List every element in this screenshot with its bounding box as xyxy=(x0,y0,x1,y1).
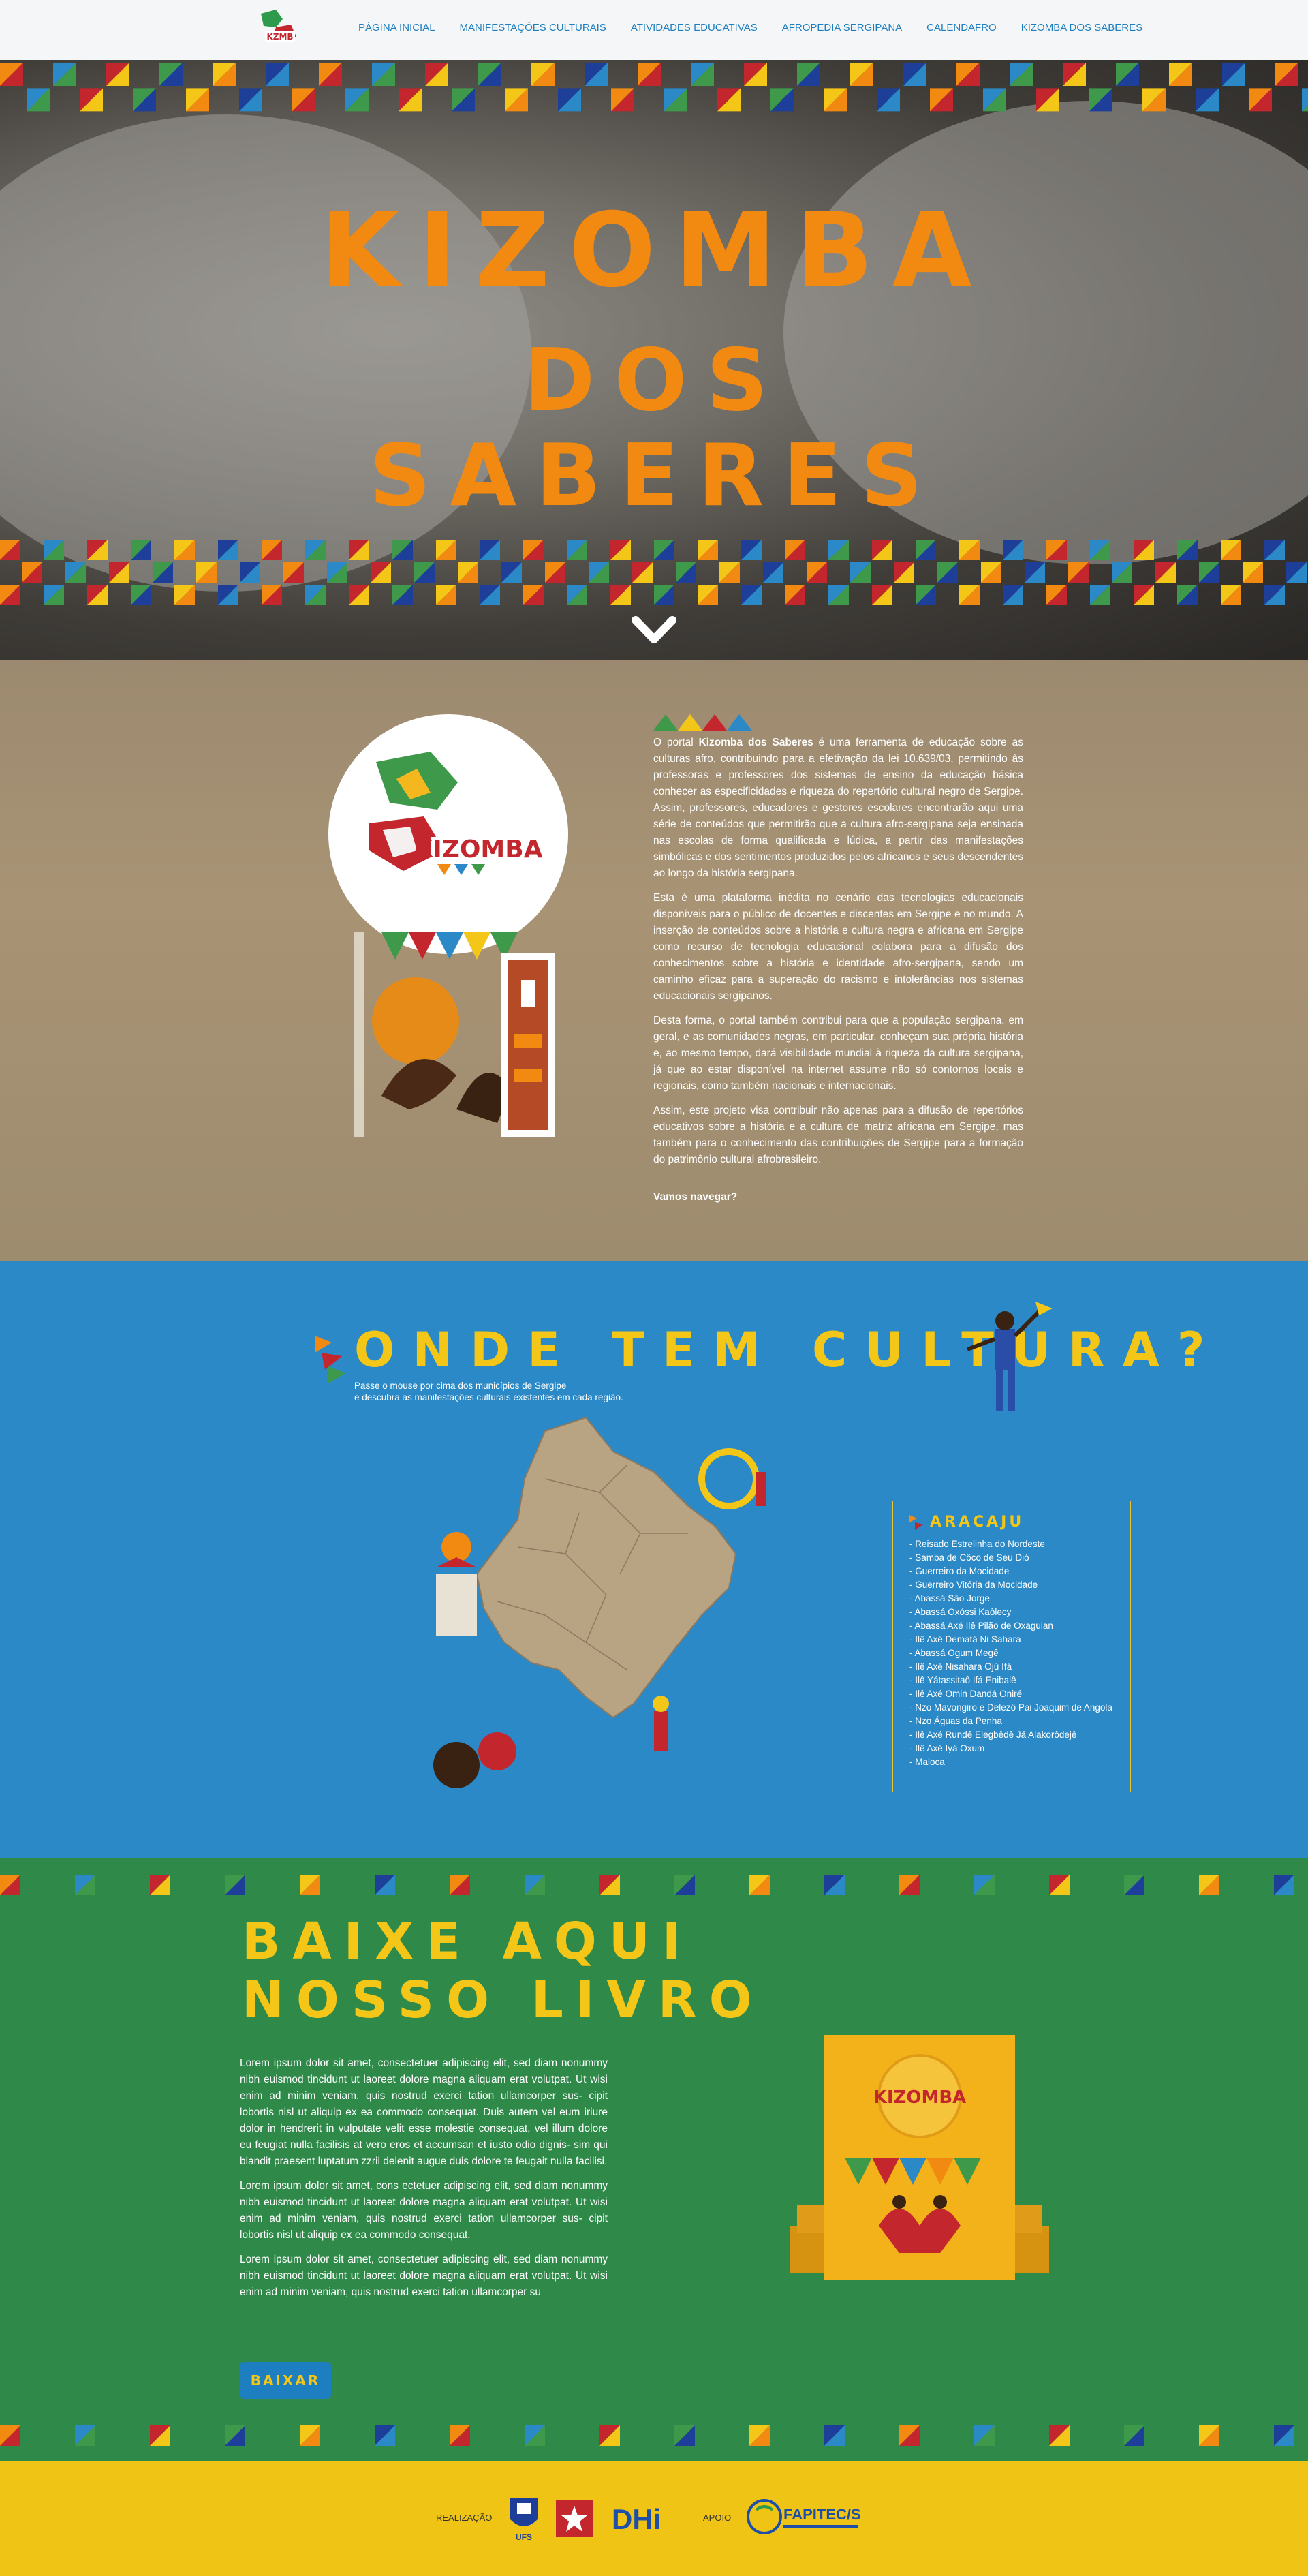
nav-item-atividades[interactable]: ATIVIDADES EDUCATIVAS xyxy=(631,22,758,33)
region-list-item: Abassá São Jorge xyxy=(909,1592,1114,1606)
about-text: O portal Kizomba dos Saberes é uma ferra… xyxy=(653,735,1023,1176)
guerreiro-dancer-illustration xyxy=(966,1302,1053,1411)
region-list-item: Nzo Mavongiro e Delezô Pai Joaquim de An… xyxy=(909,1701,1114,1715)
top-navigation: KZMB PÁGINA INICIAL MANIFESTAÇÕES CULTUR… xyxy=(0,0,1308,60)
nav-item-afropedia[interactable]: AFROPEDIA SERGIPANA xyxy=(782,22,902,33)
region-list-item: Guerreiro da Mocidade xyxy=(909,1565,1114,1578)
ufs-logo[interactable]: UFS xyxy=(508,2495,540,2543)
region-list-item: Nzo Águas da Penha xyxy=(909,1715,1114,1728)
sergipe-map[interactable] xyxy=(429,1397,906,1806)
svg-text:FAPITEC/SE: FAPITEC/SE xyxy=(783,2506,862,2523)
bunting-flags-book-bottom xyxy=(0,2425,1294,2446)
region-list-item: Abassá Axé Ilê Pilão de Oxaguian xyxy=(909,1619,1114,1633)
navigate-link[interactable]: Vamos navegar? xyxy=(653,1191,737,1203)
apoio-label: APOIO xyxy=(703,2513,732,2523)
book-cover-image[interactable]: KIZOMBA xyxy=(783,2021,1056,2294)
book-section: BAIXE AQUI NOSSO LIVRO Lorem ipsum dolor… xyxy=(0,1858,1308,2461)
chevron-down-icon[interactable] xyxy=(630,613,678,647)
region-list-item: Ilê Axé Dematá Ni Sahara xyxy=(909,1633,1114,1646)
region-info-panel: ARACAJU Reisado Estrelinha do NordesteSa… xyxy=(892,1501,1131,1792)
nav-item-pagina-inicial[interactable]: PÁGINA INICIAL xyxy=(358,22,435,33)
main-menu: PÁGINA INICIAL MANIFESTAÇÕES CULTURAIS A… xyxy=(358,22,1142,33)
region-list-item: Guerreiro Vitória da Mocidade xyxy=(909,1578,1114,1592)
hero-title-line2: DOS SABERES xyxy=(369,330,942,525)
capoeira-illustration xyxy=(354,932,555,1137)
hero-title-line1: KIZOMBA xyxy=(320,191,991,310)
logo-text: KIZOMBA xyxy=(414,835,542,863)
triangle-decoration xyxy=(653,714,752,731)
region-list-item: Maloca xyxy=(909,1755,1114,1769)
region-list-item: Samba de Côco de Seu Dió xyxy=(909,1551,1114,1565)
book-title: BAIXE AQUI NOSSO LIVRO xyxy=(242,1912,764,2029)
nav-item-manifestacoes[interactable]: MANIFESTAÇÕES CULTURAIS xyxy=(460,22,606,33)
region-title: ARACAJU xyxy=(930,1514,1025,1531)
brasao-logo[interactable] xyxy=(556,2500,593,2537)
dhi-logo[interactable]: DHi xyxy=(612,2500,673,2534)
region-list-item: Ilê Yátassitaô Ifá Enibalê xyxy=(909,1674,1114,1687)
region-list-item: Abassá Oxóssi Kaòlecy xyxy=(909,1606,1114,1619)
fapitec-logo[interactable]: FAPITEC/SE xyxy=(747,2496,862,2537)
map-title: ONDE TEM CULTURA? xyxy=(354,1322,1223,1378)
flag-icon xyxy=(909,1514,923,1530)
download-button[interactable]: BAIXAR xyxy=(240,2362,331,2399)
bunting-flags-book-top xyxy=(0,1875,1294,1895)
region-header: ARACAJU xyxy=(909,1514,1114,1531)
kizomba-map-logo: KIZOMBA xyxy=(328,714,568,954)
map-section: ONDE TEM CULTURA? Passe o mouse por cima… xyxy=(0,1261,1308,1858)
region-list-item: Ilê Axé Rundê Elegbêdê Já Alakorôdejê xyxy=(909,1728,1114,1742)
bunting-flags-top xyxy=(0,63,1308,112)
about-paragraph-2: Esta é uma plataforma inédita no cenário… xyxy=(653,892,1023,1002)
hero-banner: KIZOMBA DOS SABERES xyxy=(0,60,1308,660)
region-manifestations-list: Reisado Estrelinha do NordesteSamba de C… xyxy=(909,1537,1114,1769)
about-section: KIZOMBA O portal Kizomba dos Saberes é u… xyxy=(0,660,1308,1261)
realizacao-label: REALIZAÇÃO xyxy=(436,2513,493,2523)
about-paragraph-1: O portal Kizomba dos Saberes é uma ferra… xyxy=(653,737,1023,879)
footer: REALIZAÇÃO UFS DHi APOIO FAPITEC/SE xyxy=(0,2461,1308,2576)
region-list-item: Ilê Axé Nisahara Ojú Ifá xyxy=(909,1660,1114,1674)
nav-item-kizomba[interactable]: KIZOMBA DOS SABERES xyxy=(1021,22,1142,33)
region-list-item: Abassá Ogum Megê xyxy=(909,1646,1114,1660)
book-description: Lorem ipsum dolor sit amet, consectetuer… xyxy=(240,2057,608,2298)
svg-text:KZMB: KZMB xyxy=(266,32,293,42)
nav-item-calendafro[interactable]: CALENDAFRO xyxy=(926,22,997,33)
map-region-outline xyxy=(476,1416,737,1719)
about-paragraph-4: Assim, este projeto visa contribuir não … xyxy=(653,1105,1023,1165)
about-paragraph-3: Desta forma, o portal também contribui p… xyxy=(653,1015,1023,1092)
region-list-item: Ilê Axé Iyá Oxum xyxy=(909,1742,1114,1755)
svg-text:UFS: UFS xyxy=(516,2532,532,2542)
bunting-flags-bottom xyxy=(0,540,1307,605)
kizomba-logo[interactable]: KZMB xyxy=(255,7,303,50)
svg-text:DHi: DHi xyxy=(612,2503,661,2534)
region-list-item: Reisado Estrelinha do Nordeste xyxy=(909,1537,1114,1551)
book-cover-logo: KIZOMBA xyxy=(873,2087,967,2108)
flag-cluster-icon xyxy=(315,1336,345,1383)
region-list-item: Ilê Axé Omin Dandá Oniré xyxy=(909,1687,1114,1701)
